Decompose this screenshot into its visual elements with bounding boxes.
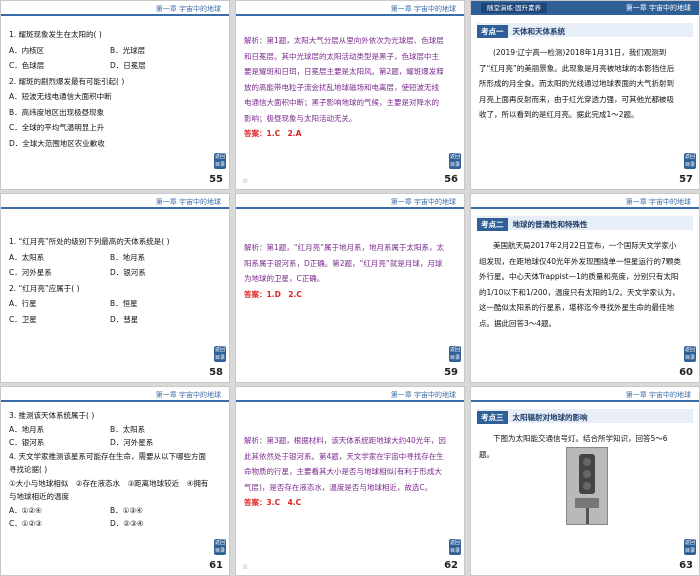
question-block: 1. “红月亮”所处的级别下列最高的天体系统是( ) A．太阳系 B．地月系 C．…	[9, 237, 170, 324]
banner: 随堂演练·固升素养 第一章 宇宙中的地球	[471, 1, 699, 15]
passage: 美国航天局2017年2月22日宣布，一个国际天文学家小组发现，在距地球仅40光年…	[479, 241, 681, 328]
slide-62[interactable]: 第一章 宇宙中的地球 解析：第3题，根据材料，该天体系统距地球大约40光年，因此…	[236, 387, 464, 575]
slide-header: 第一章 宇宙中的地球	[236, 197, 464, 209]
slide-header: 第一章 宇宙中的地球	[1, 390, 229, 402]
slide-63[interactable]: 第一章 宇宙中的地球 考点三 太阳辐射对地球的影响 下图为太阳能交通信号灯。结合所…	[471, 387, 699, 575]
topic-heading: 考点一 天体和天体系统	[477, 25, 565, 38]
back-button[interactable]: 返回目录	[449, 539, 461, 555]
slide-number: 57	[679, 174, 693, 185]
slide-header: 第一章 宇宙中的地球	[236, 390, 464, 402]
explanation: 解析：第1题，太阳大气分层从里向外依次为光球层、色球层和日冕层。其中光球层的太阳…	[244, 36, 444, 138]
back-button[interactable]: 返回目录	[684, 346, 696, 362]
slide-number: 55	[209, 174, 223, 185]
green-light-icon	[583, 482, 591, 490]
slide-header: 第一章 宇宙中的地球	[471, 390, 699, 402]
slide-header: 第一章 宇宙中的地球	[471, 197, 699, 209]
slide-59[interactable]: 第一章 宇宙中的地球 解析：第1题，“红月亮”属于地月系，地月系属于太阳系，太阳…	[236, 194, 464, 382]
slide-number: 62	[444, 560, 458, 571]
back-button[interactable]: 返回目录	[684, 539, 696, 555]
star-icon: ☆	[242, 563, 249, 571]
topic-heading: 考点三 太阳辐射对地球的影响	[477, 411, 588, 424]
red-light-icon	[583, 458, 591, 466]
slide-58[interactable]: 第一章 宇宙中的地球 1. “红月亮”所处的级别下列最高的天体系统是( ) A．…	[1, 194, 229, 382]
solar-panel	[575, 498, 599, 508]
slide-57[interactable]: 随堂演练·固升素养 第一章 宇宙中的地球 考点一 天体和天体系统 (2019·辽宁…	[471, 1, 699, 189]
back-button[interactable]: 返回目录	[214, 346, 226, 362]
slide-number: 63	[679, 560, 693, 571]
traffic-light-photo	[566, 447, 608, 525]
back-button[interactable]: 返回目录	[684, 153, 696, 169]
slide-number: 60	[679, 367, 693, 378]
explanation: 解析：第3题，根据材料，该天体系统距地球大约40光年，因此其依然处于银河系。第4…	[244, 436, 446, 507]
slide-header: 第一章 宇宙中的地球	[236, 4, 464, 16]
star-icon: ☆	[242, 177, 249, 185]
slide-number: 59	[444, 367, 458, 378]
slide-number: 61	[209, 560, 223, 571]
passage: (2019·辽宁高一检测)2018年1月31日，我们观测到了“红月亮”的美丽景象…	[479, 48, 675, 119]
back-button[interactable]: 返回目录	[449, 346, 461, 362]
slide-header: 第一章 宇宙中的地球	[1, 4, 229, 16]
back-button[interactable]: 返回目录	[214, 539, 226, 555]
yellow-light-icon	[583, 470, 591, 478]
topic-heading: 考点二 地球的普通性和特殊性	[477, 218, 588, 231]
slide-header: 第一章 宇宙中的地球	[1, 197, 229, 209]
slide-60[interactable]: 第一章 宇宙中的地球 考点二 地球的普通性和特殊性 美国航天局2017年2月22日…	[471, 194, 699, 382]
explanation: 解析：第1题，“红月亮”属于地月系，地月系属于太阳系，太阳系属于银河系，D正确。…	[244, 243, 445, 299]
back-button[interactable]: 返回目录	[449, 153, 461, 169]
slide-61[interactable]: 第一章 宇宙中的地球 3. 推测该天体系统属于( ) A．地月系 B．太阳系 C．…	[1, 387, 229, 575]
slide-number: 58	[209, 367, 223, 378]
slide-55[interactable]: 第一章 宇宙中的地球 1. 耀斑现象发生在太阳的( ) A．内核区 B．光球层 C…	[1, 1, 229, 189]
slide-56[interactable]: 第一章 宇宙中的地球 解析：第1题，太阳大气分层从里向外依次为光球层、色球层和日…	[236, 1, 464, 189]
slide-number: 56	[444, 174, 458, 185]
back-button[interactable]: 返回目录	[214, 153, 226, 169]
question-block: 1. 耀斑现象发生在太阳的( ) A．内核区 B．光球层 C．色球层 D．日冕层 2…	[9, 30, 146, 148]
pole	[586, 508, 589, 524]
question-block: 3. 推测该天体系统属于( ) A．地月系 B．太阳系 C．银河系 D．河外星系 4…	[9, 411, 209, 528]
signal-head	[579, 454, 595, 494]
